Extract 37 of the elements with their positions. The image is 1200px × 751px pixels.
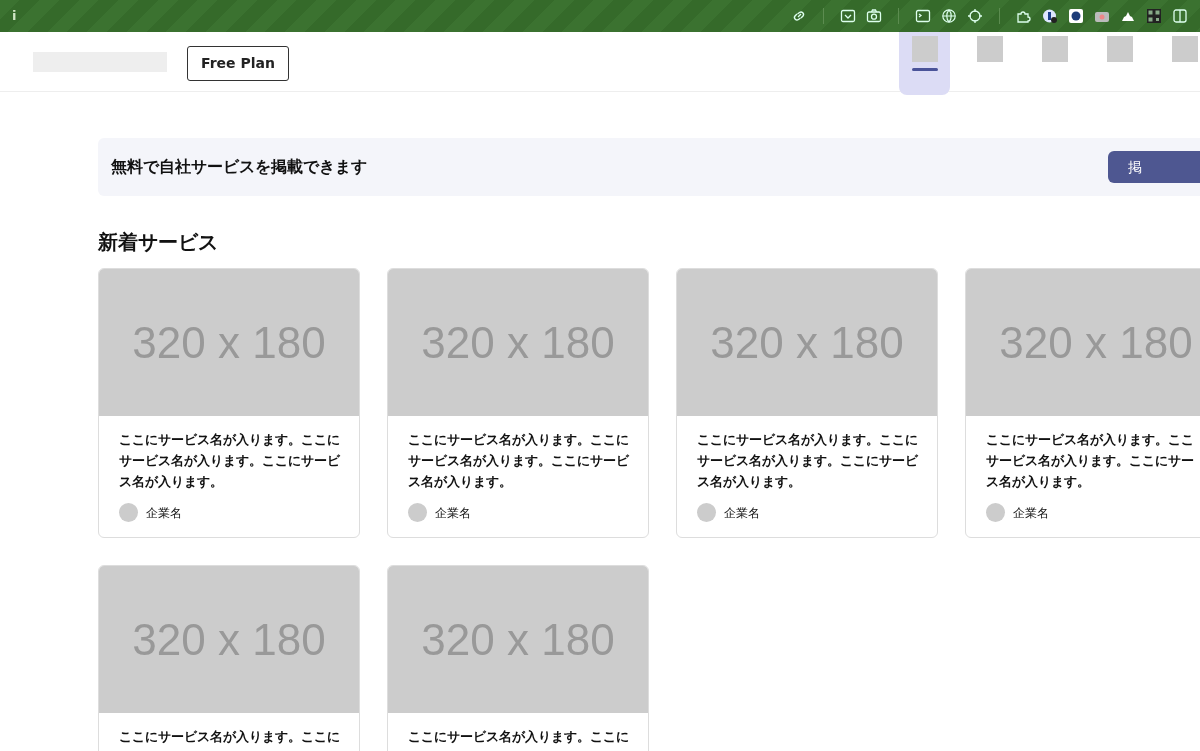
extension-icon[interactable] — [1042, 8, 1058, 24]
company-avatar — [408, 503, 427, 522]
nav-tab[interactable] — [899, 32, 950, 95]
crosshair-icon[interactable] — [967, 8, 983, 24]
tab-thumbnail — [911, 36, 938, 62]
tab-thumbnail — [1041, 36, 1068, 62]
plan-button[interactable]: Free Plan — [187, 46, 289, 81]
globe-icon[interactable] — [941, 8, 957, 24]
tab-thumbnail — [1106, 36, 1133, 62]
company-avatar — [697, 503, 716, 522]
service-title: ここにサービス名が入ります。ここにサービス名が入ります。ここにサービス名が入ります。 — [697, 431, 919, 491]
info-icon[interactable]: i — [12, 6, 17, 26]
puzzle-icon[interactable] — [1016, 8, 1032, 24]
section-title: 新着サービス — [98, 230, 219, 254]
company-name: 企業名 — [146, 504, 182, 522]
company-name: 企業名 — [724, 504, 760, 522]
banner-text: 無料で自社サービスを掲載できます — [111, 156, 367, 178]
service-title-line: サービス名が入ります。ここにサー — [986, 452, 1195, 470]
service-title: ここにサービス名が入ります。ここにサービス名が入ります。ここにサービス名が入ります。 — [119, 431, 341, 491]
service-title: ここにサービス名が入ります。ここにサービス名が入ります。ここにサービス名が入ります。 — [408, 431, 630, 491]
service-title-line: ス名が入ります。 — [986, 473, 1091, 491]
camera-icon[interactable] — [866, 8, 882, 24]
service-title-line: ここにサービス名が入ります。ここ — [986, 431, 1195, 449]
split-view-icon[interactable] — [1172, 8, 1188, 24]
company-avatar — [119, 503, 138, 522]
company-name: 企業名 — [435, 504, 471, 522]
qr-code-icon[interactable] — [1146, 8, 1162, 24]
download-icon[interactable] — [840, 8, 856, 24]
tab-thumbnail — [976, 36, 1003, 62]
tab-thumbnail — [1171, 36, 1198, 62]
service-title: ここにサービス名が入ります。ここに — [119, 728, 341, 746]
company-name: 企業名 — [1013, 504, 1049, 522]
service-title: ここにサービス名が入ります。ここに — [408, 728, 630, 746]
terminal-icon[interactable] — [915, 8, 931, 24]
link-icon[interactable] — [791, 8, 807, 24]
post-button[interactable]: 掲 — [1108, 151, 1200, 183]
company-avatar — [986, 503, 1005, 522]
